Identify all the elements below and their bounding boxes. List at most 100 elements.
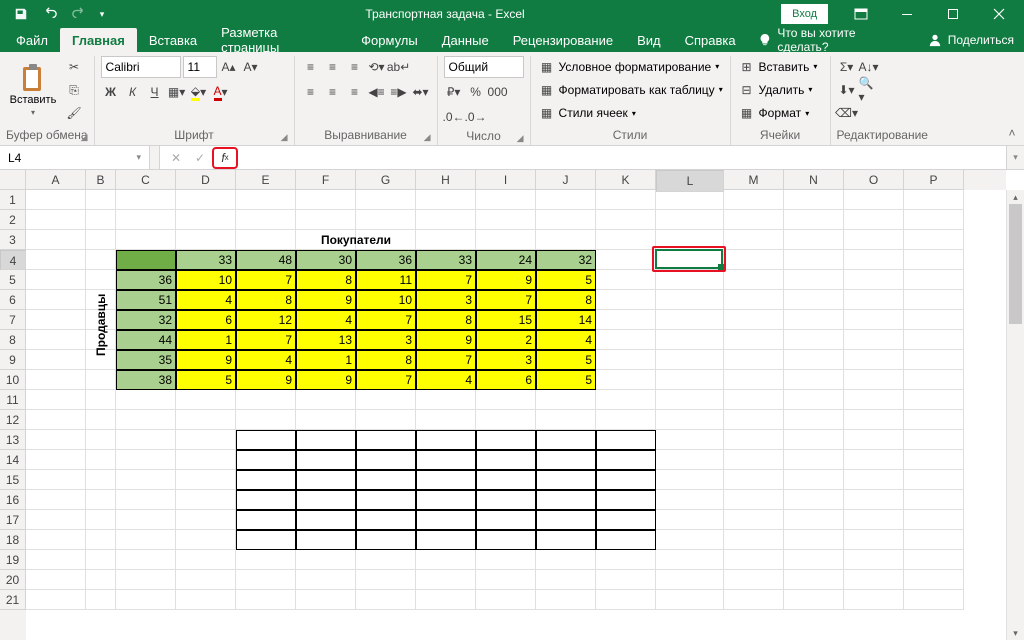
cell[interactable] bbox=[416, 570, 476, 590]
align-middle-icon[interactable]: ≡ bbox=[323, 57, 343, 77]
cell[interactable] bbox=[904, 530, 964, 550]
cell[interactable] bbox=[784, 190, 844, 210]
cell[interactable] bbox=[536, 570, 596, 590]
spreadsheet-grid[interactable]: ABCDEFGHIJKLMNOP 12345678910111213141516… bbox=[0, 170, 1024, 640]
data-cell[interactable]: 9 bbox=[416, 330, 476, 350]
cell[interactable] bbox=[844, 490, 904, 510]
select-all-corner[interactable] bbox=[0, 170, 26, 190]
cell[interactable] bbox=[724, 370, 784, 390]
cell[interactable] bbox=[784, 530, 844, 550]
data-cell[interactable]: 24 bbox=[476, 250, 536, 270]
cell[interactable] bbox=[236, 590, 296, 610]
col-header-B[interactable]: B bbox=[86, 170, 116, 190]
cell[interactable] bbox=[536, 190, 596, 210]
cell[interactable] bbox=[656, 270, 724, 290]
format-as-table-button[interactable]: ▦Форматировать как таблицу▾ bbox=[537, 79, 723, 100]
cell[interactable] bbox=[844, 250, 904, 270]
row-header-6[interactable]: 6 bbox=[0, 290, 26, 310]
data-cell[interactable]: 32 bbox=[116, 310, 176, 330]
cell[interactable] bbox=[596, 570, 656, 590]
tab-data[interactable]: Данные bbox=[430, 28, 501, 52]
cell[interactable] bbox=[844, 270, 904, 290]
cell[interactable] bbox=[724, 310, 784, 330]
paste-button[interactable]: Вставить ▾ bbox=[6, 56, 60, 124]
data-cell[interactable]: 36 bbox=[116, 270, 176, 290]
login-button[interactable]: Вход bbox=[781, 4, 828, 24]
data-cell[interactable]: 33 bbox=[176, 250, 236, 270]
cell[interactable] bbox=[656, 330, 724, 350]
row-header-19[interactable]: 19 bbox=[0, 550, 26, 570]
cell[interactable] bbox=[596, 290, 656, 310]
cell[interactable] bbox=[116, 470, 176, 490]
tab-formulas[interactable]: Формулы bbox=[349, 28, 430, 52]
row-header-14[interactable]: 14 bbox=[0, 450, 26, 470]
cell[interactable] bbox=[356, 570, 416, 590]
cell[interactable] bbox=[784, 290, 844, 310]
tab-insert[interactable]: Вставка bbox=[137, 28, 209, 52]
cell[interactable] bbox=[596, 390, 656, 410]
cell[interactable] bbox=[904, 330, 964, 350]
data-cell[interactable] bbox=[296, 530, 356, 550]
row-header-20[interactable]: 20 bbox=[0, 570, 26, 590]
data-cell[interactable]: 5 bbox=[176, 370, 236, 390]
cell[interactable] bbox=[724, 190, 784, 210]
cell[interactable] bbox=[26, 290, 86, 310]
cell[interactable] bbox=[86, 230, 116, 250]
insert-function-icon[interactable]: fx bbox=[212, 147, 238, 169]
data-cell[interactable] bbox=[296, 490, 356, 510]
data-cell[interactable] bbox=[416, 510, 476, 530]
data-cell[interactable] bbox=[476, 510, 536, 530]
bold-button[interactable]: Ж bbox=[101, 82, 121, 102]
data-cell[interactable]: 36 bbox=[356, 250, 416, 270]
data-cell[interactable] bbox=[596, 430, 656, 450]
wrap-text-icon[interactable]: ab↵ bbox=[389, 57, 409, 77]
data-cell[interactable]: 3 bbox=[356, 330, 416, 350]
data-cell[interactable] bbox=[236, 470, 296, 490]
cell[interactable] bbox=[26, 510, 86, 530]
data-cell[interactable]: 6 bbox=[176, 310, 236, 330]
column-headers[interactable]: ABCDEFGHIJKLMNOP bbox=[26, 170, 1006, 190]
cell[interactable] bbox=[26, 230, 86, 250]
cells-area[interactable]: ПокупателиПродавцы3348303633243236513244… bbox=[26, 190, 1006, 640]
cell[interactable] bbox=[784, 510, 844, 530]
cell[interactable] bbox=[86, 490, 116, 510]
data-cell[interactable] bbox=[596, 490, 656, 510]
data-cell[interactable]: 8 bbox=[356, 350, 416, 370]
data-cell[interactable] bbox=[356, 530, 416, 550]
data-cell[interactable] bbox=[476, 430, 536, 450]
cell[interactable] bbox=[536, 390, 596, 410]
data-cell[interactable] bbox=[416, 490, 476, 510]
number-format-select[interactable] bbox=[444, 56, 524, 78]
copy-icon[interactable]: ⎘ bbox=[64, 80, 84, 100]
data-cell[interactable]: 9 bbox=[476, 270, 536, 290]
cell[interactable] bbox=[26, 390, 86, 410]
cell[interactable] bbox=[596, 550, 656, 570]
row-header-5[interactable]: 5 bbox=[0, 270, 26, 290]
cell[interactable] bbox=[904, 370, 964, 390]
cell[interactable] bbox=[596, 210, 656, 230]
share-button[interactable]: Поделиться bbox=[918, 28, 1024, 52]
delete-cells-button[interactable]: ⊟Удалить▾ bbox=[737, 79, 818, 100]
cell[interactable] bbox=[656, 210, 724, 230]
data-cell[interactable]: 7 bbox=[416, 270, 476, 290]
cell[interactable] bbox=[356, 550, 416, 570]
cell[interactable] bbox=[724, 230, 784, 250]
cell[interactable] bbox=[656, 530, 724, 550]
cell[interactable] bbox=[784, 590, 844, 610]
increase-font-icon[interactable]: A▴ bbox=[219, 57, 239, 77]
data-cell[interactable]: 7 bbox=[356, 370, 416, 390]
data-cell[interactable]: 9 bbox=[296, 290, 356, 310]
cell[interactable] bbox=[356, 390, 416, 410]
cell[interactable] bbox=[86, 430, 116, 450]
cell[interactable] bbox=[416, 210, 476, 230]
cell[interactable] bbox=[844, 530, 904, 550]
font-name-select[interactable] bbox=[101, 56, 181, 78]
data-cell[interactable] bbox=[536, 430, 596, 450]
cell[interactable] bbox=[356, 410, 416, 430]
redo-icon[interactable] bbox=[66, 2, 92, 26]
cell[interactable] bbox=[656, 590, 724, 610]
cell[interactable] bbox=[784, 250, 844, 270]
cell[interactable] bbox=[26, 330, 86, 350]
cell[interactable] bbox=[86, 530, 116, 550]
col-header-O[interactable]: O bbox=[844, 170, 904, 190]
